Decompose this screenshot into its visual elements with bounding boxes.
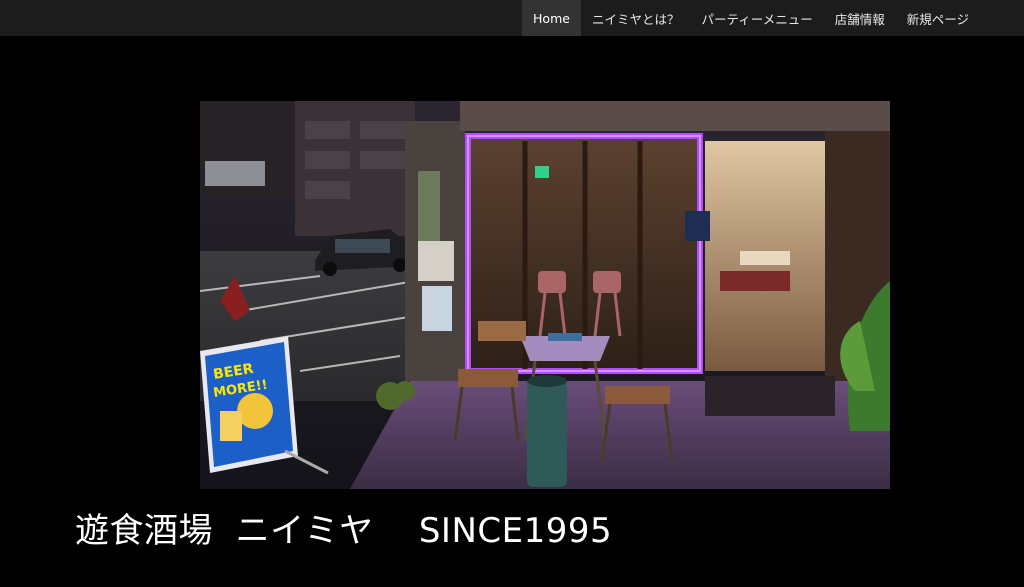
posted-flyer bbox=[422, 286, 452, 331]
pillar-decor bbox=[418, 171, 440, 241]
trash-bin bbox=[527, 375, 567, 487]
green-light bbox=[535, 166, 549, 178]
nav-item-home[interactable]: Home bbox=[522, 0, 581, 36]
storefront-photo: BEER MORE!! bbox=[200, 101, 890, 489]
door-sticker bbox=[685, 211, 710, 241]
nav-item-store-info[interactable]: 店舗情報 bbox=[824, 0, 896, 36]
page-title: 遊食酒場 ニイミヤ SINCE1995 bbox=[75, 511, 613, 551]
nav-item-party-menu[interactable]: パーティーメニュー bbox=[690, 0, 823, 36]
interior-bench bbox=[720, 271, 790, 291]
door-mat bbox=[705, 376, 835, 416]
interior-table bbox=[740, 251, 790, 265]
posted-notice bbox=[418, 241, 454, 281]
main-nav: Home ニイミヤとは？ パーティーメニュー 店舗情報 新規ページ bbox=[522, 0, 980, 36]
top-navigation-bar: Home ニイミヤとは？ パーティーメニュー 店舗情報 新規ページ bbox=[0, 0, 1024, 36]
nav-item-new-page[interactable]: 新規ページ bbox=[896, 0, 980, 36]
shop-roof bbox=[460, 101, 890, 131]
nav-item-about[interactable]: ニイミヤとは？ bbox=[581, 0, 691, 36]
